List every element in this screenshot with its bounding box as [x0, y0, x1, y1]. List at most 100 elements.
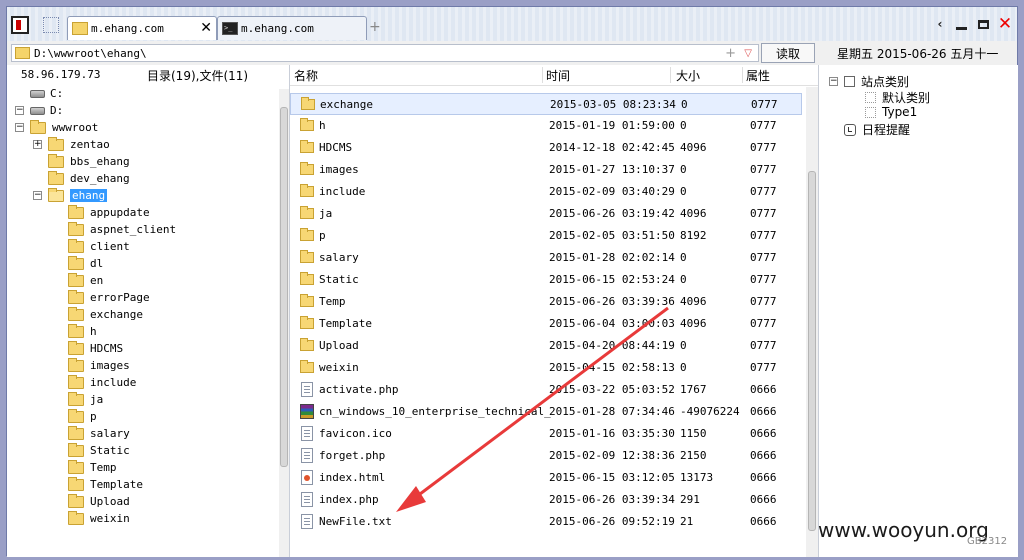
collapse-icon[interactable]: −: [15, 123, 24, 132]
tree-item[interactable]: dl: [68, 255, 103, 272]
schedule-reminder-node[interactable]: 日程提醒: [844, 121, 910, 138]
tree-item[interactable]: Temp: [68, 459, 117, 476]
tree-item[interactable]: client: [68, 238, 130, 255]
column-name[interactable]: 名称: [294, 67, 318, 84]
folder-icon: [68, 323, 84, 338]
folder-icon: [300, 316, 314, 329]
dropdown-icon[interactable]: ▽: [744, 45, 752, 62]
file-row[interactable]: index.php 2015-06-26 03:39:34 291 0666: [290, 489, 802, 511]
tree-item[interactable]: appupdate: [68, 204, 150, 221]
column-size[interactable]: 大小: [676, 67, 700, 84]
file-name: images: [319, 163, 359, 176]
tree-item[interactable]: salary: [68, 425, 130, 442]
drive-icon: [30, 89, 45, 98]
file-row[interactable]: NewFile.txt 2015-06-26 09:52:19 21 0666: [290, 511, 802, 533]
file-row[interactable]: exchange 2015-03-05 08:23:34 0 0777: [290, 93, 802, 115]
tree-item[interactable]: − ehang: [33, 187, 108, 204]
file-row[interactable]: forget.php 2015-02-09 12:38:36 2150 0666: [290, 445, 802, 467]
file-time: 2015-06-26 03:19:42: [549, 207, 675, 220]
tree-item[interactable]: C:: [30, 85, 63, 102]
add-icon[interactable]: +: [725, 45, 736, 62]
tree-item[interactable]: h: [68, 323, 97, 340]
site-category-node[interactable]: − 站点类别: [829, 73, 909, 90]
tree-item[interactable]: ja: [68, 391, 103, 408]
tree-item[interactable]: errorPage: [68, 289, 150, 306]
new-tab-icon[interactable]: +: [369, 19, 381, 35]
tree-item[interactable]: weixin: [68, 510, 130, 527]
minimize-icon[interactable]: [953, 16, 969, 32]
tree-item[interactable]: exchange: [68, 306, 143, 323]
tree-item[interactable]: include: [68, 374, 136, 391]
tree-item[interactable]: Upload: [68, 493, 130, 510]
file-row[interactable]: activate.php 2015-03-22 05:03:52 1767 0666: [290, 379, 802, 401]
file-time: 2015-06-04 03:00:03: [549, 317, 675, 330]
file-row[interactable]: p 2015-02-05 03:51:50 8192 0777: [290, 225, 802, 247]
file-row[interactable]: include 2015-02-09 03:40:29 0 0777: [290, 181, 802, 203]
category-item[interactable]: 默认类别: [865, 89, 930, 106]
tree-item[interactable]: Template: [68, 476, 143, 493]
file-attr: 0666: [750, 405, 777, 418]
file-row[interactable]: h 2015-01-19 01:59:00 0 0777: [290, 115, 802, 137]
file-row[interactable]: favicon.ico 2015-01-16 03:35:30 1150 0666: [290, 423, 802, 445]
tree-item[interactable]: aspnet_client: [68, 221, 176, 238]
folder-icon: [300, 206, 314, 219]
category-item[interactable]: Type1: [865, 105, 917, 119]
tab-file-manager[interactable]: m.ehang.com ✕: [67, 16, 217, 40]
blank-tab-icon[interactable]: [43, 17, 59, 33]
path-input[interactable]: D:\wwwroot\ehang\ + ▽: [11, 44, 759, 62]
tree-item[interactable]: p: [68, 408, 97, 425]
file-size: 13173: [680, 471, 714, 484]
column-time[interactable]: 时间: [546, 67, 570, 84]
collapse-icon[interactable]: −: [829, 77, 838, 86]
tree-item[interactable]: + zentao: [33, 136, 110, 153]
file-row[interactable]: Static 2015-06-15 02:53:24 0 0777: [290, 269, 802, 291]
file-time: 2015-02-09 03:40:29: [549, 185, 675, 198]
path-text: D:\wwwroot\ehang\: [34, 46, 147, 60]
tab-terminal[interactable]: m.ehang.com: [217, 16, 367, 40]
tab-close-icon[interactable]: ✕: [200, 20, 212, 36]
tree-item[interactable]: dev_ehang: [48, 170, 130, 187]
close-window-icon[interactable]: ✕: [997, 14, 1013, 34]
file-icon: [301, 448, 313, 463]
file-row[interactable]: HDCMS 2014-12-18 02:42:45 4096 0777: [290, 137, 802, 159]
tree-item[interactable]: HDCMS: [68, 340, 123, 357]
file-name: Temp: [319, 295, 346, 308]
file-row[interactable]: weixin 2015-04-15 02:58:13 0 0777: [290, 357, 802, 379]
file-row[interactable]: Temp 2015-06-26 03:39:36 4096 0777: [290, 291, 802, 313]
file-row[interactable]: Template 2015-06-04 03:00:03 4096 0777: [290, 313, 802, 335]
column-attr[interactable]: 属性: [746, 67, 770, 84]
tree-item-label: p: [90, 410, 97, 423]
tree-item[interactable]: en: [68, 272, 103, 289]
scrollbar-thumb[interactable]: [280, 107, 288, 467]
read-button[interactable]: 读取: [761, 43, 815, 63]
chevron-left-icon[interactable]: ‹: [933, 16, 947, 32]
file-row[interactable]: cn_windows_10_enterprise_technical_ 2015-…: [290, 401, 802, 423]
collapse-icon[interactable]: −: [15, 106, 24, 115]
collapse-icon[interactable]: −: [33, 191, 42, 200]
tree-item[interactable]: − wwwroot: [15, 119, 98, 136]
file-row[interactable]: salary 2015-01-28 02:02:14 0 0777: [290, 247, 802, 269]
file-size: 2150: [680, 449, 707, 462]
file-attr: 0777: [750, 339, 777, 352]
file-row[interactable]: images 2015-01-27 13:10:37 0 0777: [290, 159, 802, 181]
file-list-scrollbar[interactable]: [806, 87, 818, 557]
tree-item[interactable]: Static: [68, 442, 130, 459]
scrollbar-thumb[interactable]: [808, 171, 816, 531]
file-row[interactable]: Upload 2015-04-20 08:44:19 0 0777: [290, 335, 802, 357]
file-row[interactable]: index.html 2015-06-15 03:12:05 13173 0666: [290, 467, 802, 489]
tree-item[interactable]: bbs_ehang: [48, 153, 130, 170]
file-row[interactable]: ja 2015-06-26 03:19:42 4096 0777: [290, 203, 802, 225]
tree-scrollbar[interactable]: [279, 89, 289, 557]
tree-item[interactable]: images: [68, 357, 130, 374]
site-category-panel: − 站点类别 默认类别 Type1 日程提醒: [818, 65, 1018, 557]
file-time: 2015-06-26 09:52:19: [549, 515, 675, 528]
file-time: 2015-06-26 03:39:34: [549, 493, 675, 506]
tree-item-label: dl: [90, 257, 104, 270]
tree-item[interactable]: − D:: [15, 102, 63, 119]
folder-icon: [68, 238, 84, 253]
file-time: 2014-12-18 02:42:45: [549, 141, 675, 154]
file-size: -49076224: [680, 405, 740, 418]
encoding-label: GB2312: [967, 536, 1008, 547]
expand-icon[interactable]: +: [33, 140, 42, 149]
maximize-icon[interactable]: [975, 16, 991, 32]
